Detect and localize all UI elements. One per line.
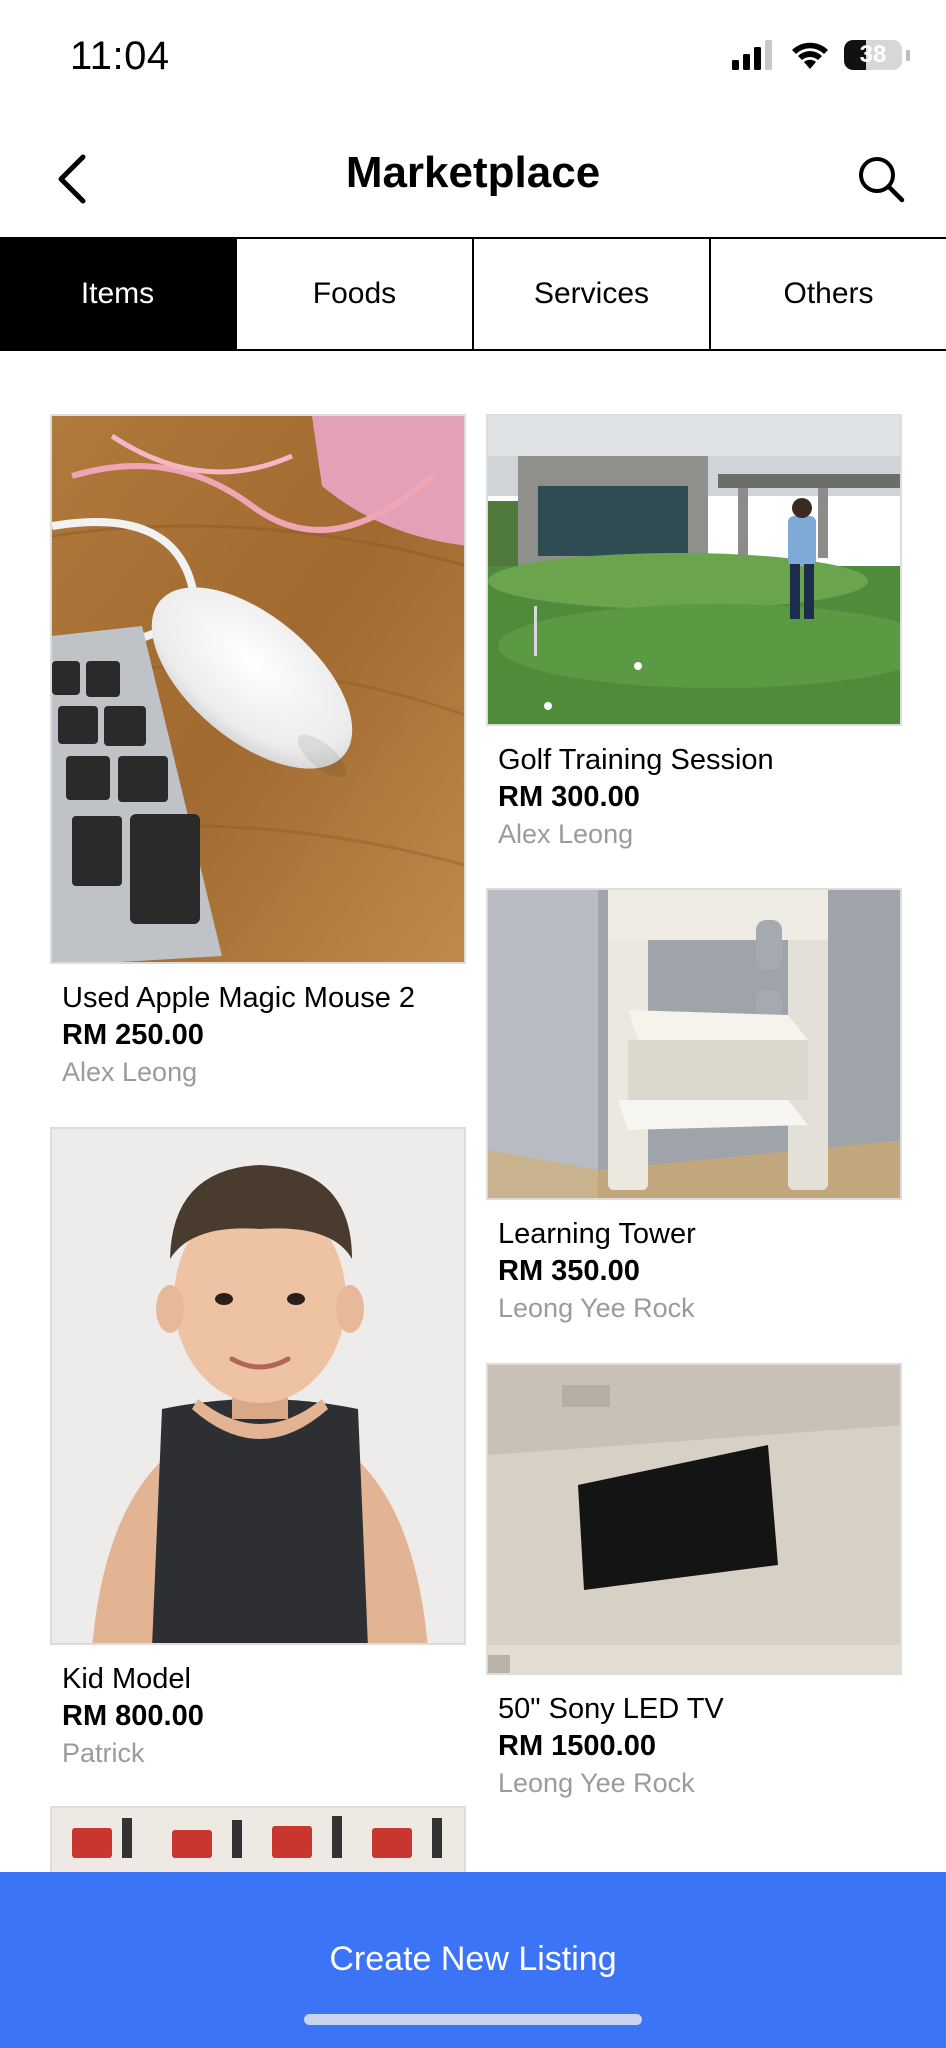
listing-title: Used Apple Magic Mouse 2 [62, 982, 416, 1014]
home-indicator [304, 2014, 642, 2025]
battery-icon: 38 [844, 40, 902, 70]
listing-seller: Leong Yee Rock [498, 1768, 695, 1798]
search-button[interactable] [846, 144, 916, 214]
golf-green-photo[interactable] [486, 414, 902, 726]
magic-mouse-photo[interactable] [50, 414, 466, 964]
listing-price: RM 1500.00 [498, 1730, 656, 1762]
listing-seller: Patrick [62, 1738, 145, 1768]
tab-services[interactable]: Services [474, 239, 711, 349]
category-tabs: Items Foods Services Others [0, 237, 946, 351]
tab-others[interactable]: Others [711, 239, 946, 349]
listing-card[interactable]: Used Apple Magic Mouse 2 RM 250.00 Alex … [50, 414, 466, 1090]
listing-card[interactable]: Golf Training Session RM 300.00 Alex Leo… [486, 414, 902, 852]
marketplace-screen: 11:04 38 Marketplace Items Foods Service… [0, 0, 946, 2048]
battery-tip [906, 49, 910, 61]
listing-price: RM 350.00 [498, 1255, 640, 1287]
status-time: 11:04 [70, 34, 170, 78]
nav-bar: Marketplace [0, 118, 946, 238]
kid-portrait-photo[interactable] [50, 1127, 466, 1645]
battery-percent: 38 [859, 41, 887, 68]
search-icon [859, 157, 905, 203]
listing-seller: Alex Leong [62, 1057, 198, 1087]
learning-tower-photo[interactable] [486, 888, 902, 1200]
listing-seller: Leong Yee Rock [498, 1293, 695, 1323]
cellular-signal-icon [732, 40, 772, 70]
listing-price: RM 800.00 [62, 1700, 204, 1732]
wall-tv-photo[interactable] [486, 1363, 902, 1675]
listing-price: RM 300.00 [498, 781, 640, 813]
listing-card[interactable]: 50" Sony LED TV RM 1500.00 Leong Yee Roc… [486, 1363, 902, 1801]
listing-card[interactable]: Learning Tower RM 350.00 Leong Yee Rock [486, 888, 902, 1326]
listing-title: 50" Sony LED TV [498, 1693, 724, 1725]
status-bar: 11:04 38 [0, 0, 946, 118]
tab-foods[interactable]: Foods [237, 239, 474, 349]
listing-seller: Alex Leong [498, 819, 634, 849]
listing-title: Kid Model [62, 1663, 191, 1695]
tab-items[interactable]: Items [0, 239, 237, 349]
wifi-icon [792, 42, 828, 69]
london-pattern-photo[interactable] [50, 1806, 466, 1876]
listing-title: Learning Tower [498, 1218, 696, 1250]
status-icons: 38 [732, 40, 910, 70]
page-title: Marketplace [345, 148, 601, 197]
listing-card[interactable] [50, 1806, 466, 1876]
listing-title: Golf Training Session [498, 744, 774, 776]
listing-card[interactable]: Kid Model RM 800.00 Patrick [50, 1127, 466, 1771]
listing-price: RM 250.00 [62, 1019, 204, 1051]
